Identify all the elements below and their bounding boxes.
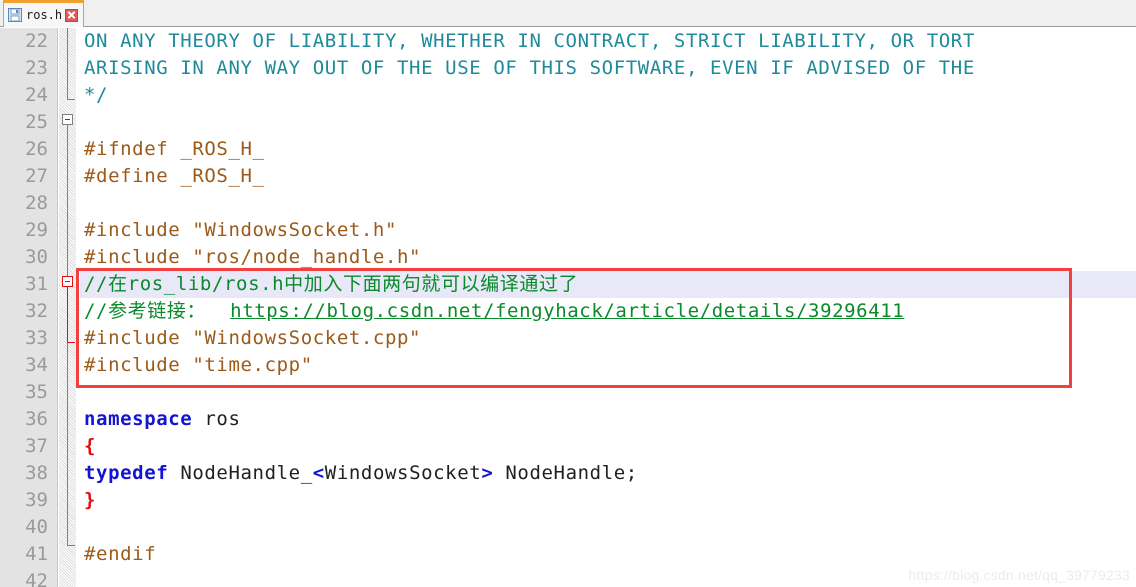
floppy-disk-icon (8, 8, 22, 22)
line-content: //参考链接： https://blog.csdn.net/fengyhack/… (84, 298, 904, 325)
editor-line: 37 { (0, 433, 1136, 460)
editor-line: 24 */ (0, 82, 1136, 109)
editor-line: 33 #include "WindowsSocket.cpp" (0, 325, 1136, 352)
line-number: 23 (25, 57, 48, 79)
token-alias-name: NodeHandle; (493, 462, 638, 484)
tab-label: ros.h (26, 8, 63, 22)
watermark: https://blog.csdn.net/qq_39779233 (908, 567, 1130, 583)
token-include-path: "WindowsSocket.cpp" (180, 327, 422, 349)
line-content: typedef NodeHandle_<WindowsSocket> NodeH… (84, 460, 638, 487)
editor-line: 26 #ifndef _ROS_H_ (0, 136, 1136, 163)
token-template-arg: WindowsSocket (324, 462, 482, 484)
line-number: 35 (25, 381, 48, 403)
line-content: { (84, 435, 97, 457)
editor-line: 38 typedef NodeHandle_<WindowsSocket> No… (0, 460, 1136, 487)
line-content: namespace ros (84, 406, 241, 433)
line-content: */ (84, 84, 109, 106)
line-content: //在ros_lib/ros.h中加入下面两句就可以编译通过了 (84, 273, 579, 295)
editor-line: 23 ARISING IN ANY WAY OUT OF THE USE OF … (0, 55, 1136, 82)
line-number: 42 (25, 570, 48, 587)
line-number: 27 (25, 165, 48, 187)
line-content: } (84, 489, 97, 511)
line-content: #include "time.cpp" (84, 352, 313, 379)
line-content: #include "WindowsSocket.h" (84, 217, 397, 244)
code-editor-window: ros.h 22 ON ANY THEORY OF LIABILITY, WHE… (0, 0, 1136, 587)
line-number: 32 (25, 300, 48, 322)
line-number: 30 (25, 246, 48, 268)
line-content: #endif (84, 543, 157, 565)
editor-line: 35 (0, 379, 1136, 406)
editor-line: 29 #include "WindowsSocket.h" (0, 217, 1136, 244)
token-include-path: "time.cpp" (180, 354, 313, 376)
token-preprocessor: #include (84, 327, 181, 349)
token-angle-open: < (312, 462, 325, 484)
line-content: #define _ROS_H_ (84, 163, 265, 190)
token-preprocessor: #include (84, 246, 181, 268)
line-number: 41 (25, 543, 48, 565)
tab-ros-h[interactable]: ros.h (3, 0, 85, 27)
token-preprocessor: #include (84, 219, 181, 241)
token-preprocessor: #define (84, 165, 169, 187)
line-number: 33 (25, 327, 48, 349)
editor-line: 27 #define _ROS_H_ (0, 163, 1136, 190)
editor-body[interactable]: 22 ON ANY THEORY OF LIABILITY, WHETHER I… (0, 28, 1136, 587)
line-number: 37 (25, 435, 48, 457)
line-content: #ifndef _ROS_H_ (84, 136, 265, 163)
tab-bar: ros.h (0, 0, 1136, 27)
token-keyword-namespace: namespace (84, 408, 193, 430)
token-angle-close: > (481, 462, 494, 484)
editor-line: 40 (0, 514, 1136, 541)
token-include-path: "WindowsSocket.h" (180, 219, 398, 241)
line-number: 39 (25, 489, 48, 511)
line-number: 26 (25, 138, 48, 160)
editor-line: 34 #include "time.cpp" (0, 352, 1136, 379)
line-number: 40 (25, 516, 48, 538)
close-icon[interactable] (65, 8, 79, 22)
editor-line: 28 (0, 190, 1136, 217)
editor-line: 32 //参考链接： https://blog.csdn.net/fengyha… (0, 298, 1136, 325)
line-number: 28 (25, 192, 48, 214)
token-preprocessor: #include (84, 354, 181, 376)
line-number: 25 (25, 111, 48, 133)
token-macro-name: _ROS_H_ (168, 138, 265, 160)
line-number: 31 (25, 273, 48, 295)
editor-line: 31 //在ros_lib/ros.h中加入下面两句就可以编译通过了 (0, 271, 1136, 298)
line-number: 34 (25, 354, 48, 376)
token-macro-name: _ROS_H_ (168, 165, 265, 187)
token-namespace-name: ros (192, 408, 241, 430)
token-include-path: "ros/node_handle.h" (180, 246, 422, 268)
line-number: 36 (25, 408, 48, 430)
editor-line: 41 #endif (0, 541, 1136, 568)
token-comment: //参考链接： (84, 300, 231, 322)
comment-hyperlink[interactable]: https://blog.csdn.net/fengyhack/article/… (230, 300, 904, 322)
line-content: ARISING IN ANY WAY OUT OF THE USE OF THI… (84, 57, 975, 79)
line-content: #include "WindowsSocket.cpp" (84, 325, 421, 352)
line-number: 24 (25, 84, 48, 106)
line-number: 38 (25, 462, 48, 484)
editor-line: 30 #include "ros/node_handle.h" (0, 244, 1136, 271)
editor-line: 25 (0, 109, 1136, 136)
line-content: #include "ros/node_handle.h" (84, 244, 421, 271)
line-number: 29 (25, 219, 48, 241)
line-content: ON ANY THEORY OF LIABILITY, WHETHER IN C… (84, 30, 975, 52)
token-type-name: NodeHandle_ (168, 462, 313, 484)
editor-line: 22 ON ANY THEORY OF LIABILITY, WHETHER I… (0, 28, 1136, 55)
editor-line: 39 } (0, 487, 1136, 514)
editor-line: 36 namespace ros (0, 406, 1136, 433)
token-keyword-typedef: typedef (84, 462, 169, 484)
token-preprocessor: #ifndef (84, 138, 169, 160)
line-number: 22 (25, 30, 48, 52)
